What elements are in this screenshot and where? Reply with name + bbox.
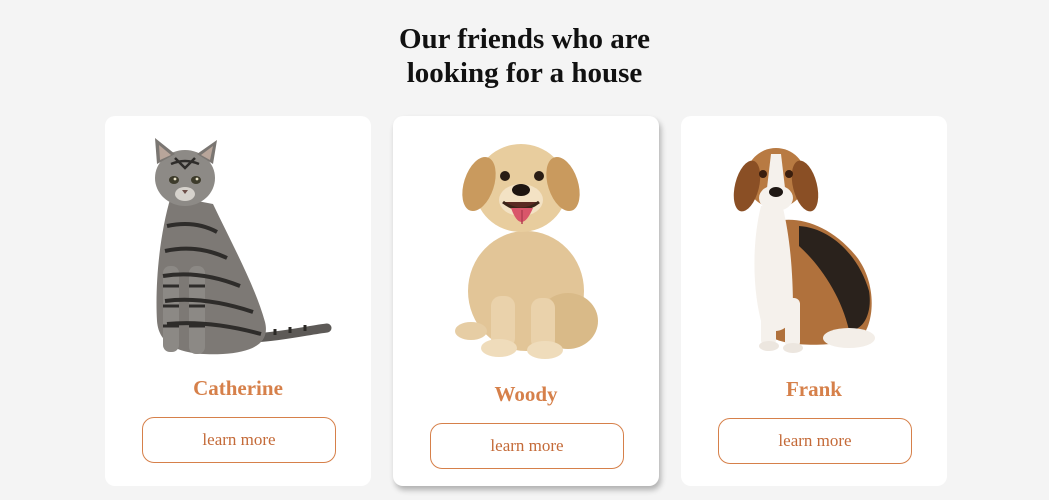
tabby-cat-icon: [155, 138, 332, 355]
pet-name: Catherine: [193, 376, 283, 400]
learn-more-button[interactable]: learn more: [718, 418, 912, 464]
pet-name: Frank: [785, 377, 842, 401]
golden-puppy-icon: [455, 144, 598, 359]
pet-card-woody[interactable]: Woody learn more: [393, 116, 659, 486]
pet-card-frank[interactable]: Frank learn more: [681, 116, 947, 486]
section-title-line-2: looking for a house: [406, 57, 643, 89]
pet-card-catherine[interactable]: Catherine learn more: [105, 116, 371, 486]
pet-name: Woody: [494, 382, 558, 406]
learn-more-button[interactable]: learn more: [142, 417, 336, 463]
learn-more-button[interactable]: learn more: [430, 423, 624, 469]
beagle-dog-icon: [733, 148, 875, 353]
section-title: Our friends who are looking for a house: [0, 22, 1049, 90]
section-title-line-1: Our friends who are: [398, 23, 651, 55]
